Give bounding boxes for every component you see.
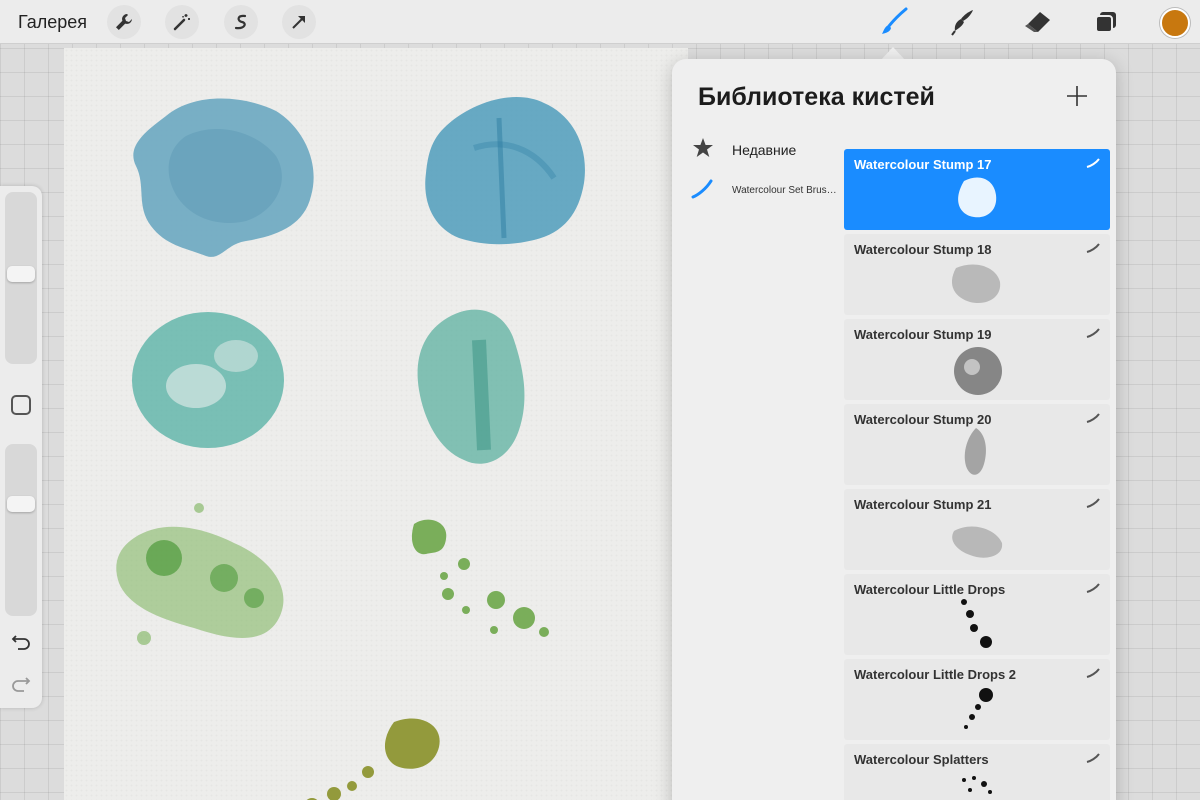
eyedropper-square-button[interactable] bbox=[11, 395, 31, 415]
brush-preview bbox=[964, 688, 993, 729]
brush-tip-icon bbox=[1086, 243, 1100, 253]
brush-list: Watercolour Stump 17 Watercolour Stump 1… bbox=[844, 130, 1112, 800]
teal-watercolor-stain bbox=[417, 309, 525, 464]
brush-stroke-icon bbox=[691, 179, 713, 199]
opacity-slider[interactable] bbox=[5, 444, 37, 616]
brush-name: Watercolour Stump 20 bbox=[854, 412, 992, 427]
selection-icon[interactable] bbox=[224, 5, 258, 39]
teal-watercolor-stain bbox=[132, 312, 284, 448]
side-toolbar bbox=[0, 186, 42, 708]
brush-item[interactable]: Watercolour Stump 20 bbox=[844, 404, 1110, 485]
brush-size-thumb[interactable] bbox=[7, 266, 35, 282]
opacity-thumb[interactable] bbox=[7, 496, 35, 512]
top-toolbar: Галерея bbox=[0, 0, 1200, 44]
transform-arrow-icon[interactable] bbox=[282, 5, 316, 39]
brush-preview bbox=[964, 428, 986, 475]
brush-name: Watercolour Stump 17 bbox=[854, 157, 992, 172]
add-brush-icon[interactable] bbox=[1064, 83, 1090, 109]
brush-name: Watercolour Little Drops bbox=[854, 582, 1006, 597]
brush-preview bbox=[962, 776, 992, 794]
undo-icon[interactable] bbox=[10, 630, 32, 652]
smudge-icon[interactable] bbox=[946, 5, 980, 39]
brush-item[interactable]: Watercolour Stump 19 bbox=[844, 319, 1110, 400]
redo-icon[interactable] bbox=[10, 672, 32, 694]
brush-tip-icon bbox=[1086, 668, 1100, 678]
brush-item[interactable]: Watercolour Stump 21 bbox=[844, 489, 1110, 570]
brush-preview bbox=[952, 526, 1003, 558]
brush-preview bbox=[961, 599, 992, 648]
brush-library-title: Библиотека кистей bbox=[698, 83, 935, 111]
brush-name: Watercolour Stump 19 bbox=[854, 327, 992, 342]
brush-item[interactable]: Watercolour Little Drops bbox=[844, 574, 1110, 655]
olive-watercolor-splatter bbox=[306, 718, 440, 800]
brush-set-watercolour[interactable]: Watercolour Set Brus… bbox=[672, 171, 842, 211]
brush-item[interactable]: Watercolour Splatters bbox=[844, 744, 1110, 800]
blue-watercolor-stain bbox=[425, 97, 585, 245]
brush-preview bbox=[954, 347, 1002, 395]
green-watercolor-splatter bbox=[116, 503, 284, 645]
brush-name: Watercolour Little Drops 2 bbox=[854, 667, 1017, 682]
brush-item[interactable]: Watercolour Stump 17 bbox=[844, 149, 1110, 230]
brush-preview bbox=[951, 264, 1001, 304]
layers-icon[interactable] bbox=[1089, 5, 1123, 39]
blue-watercolor-stain bbox=[133, 98, 314, 257]
brush-size-slider[interactable] bbox=[5, 192, 37, 364]
magic-wand-icon[interactable] bbox=[165, 5, 199, 39]
brush-tip-icon bbox=[1086, 583, 1100, 593]
eraser-icon[interactable] bbox=[1020, 5, 1054, 39]
gallery-button[interactable]: Галерея bbox=[18, 12, 87, 33]
brush-item[interactable]: Watercolour Little Drops 2 bbox=[844, 659, 1110, 740]
brush-name: Watercolour Stump 21 bbox=[854, 497, 992, 512]
brush-tip-icon bbox=[1086, 158, 1100, 168]
star-icon bbox=[693, 138, 713, 157]
brush-name: Watercolour Stump 18 bbox=[854, 242, 992, 257]
green-drops bbox=[411, 519, 549, 637]
brush-name: Watercolour Splatters bbox=[854, 752, 989, 767]
wrench-icon[interactable] bbox=[107, 5, 141, 39]
brush-tip-icon bbox=[1086, 753, 1100, 763]
brush-set-recent[interactable]: Недавние bbox=[672, 129, 842, 169]
brush-tip-icon bbox=[1086, 413, 1100, 423]
color-picker-button[interactable] bbox=[1160, 8, 1190, 38]
brush-set-label: Недавние bbox=[732, 142, 797, 158]
brush-tip-icon bbox=[1086, 498, 1100, 508]
brush-tip-icon bbox=[1086, 328, 1100, 338]
brush-icon[interactable] bbox=[877, 5, 911, 39]
drawing-canvas[interactable] bbox=[64, 48, 688, 800]
brush-set-label: Watercolour Set Brus… bbox=[732, 185, 837, 196]
brush-item[interactable]: Watercolour Stump 18 bbox=[844, 234, 1110, 315]
brush-preview bbox=[958, 177, 997, 218]
